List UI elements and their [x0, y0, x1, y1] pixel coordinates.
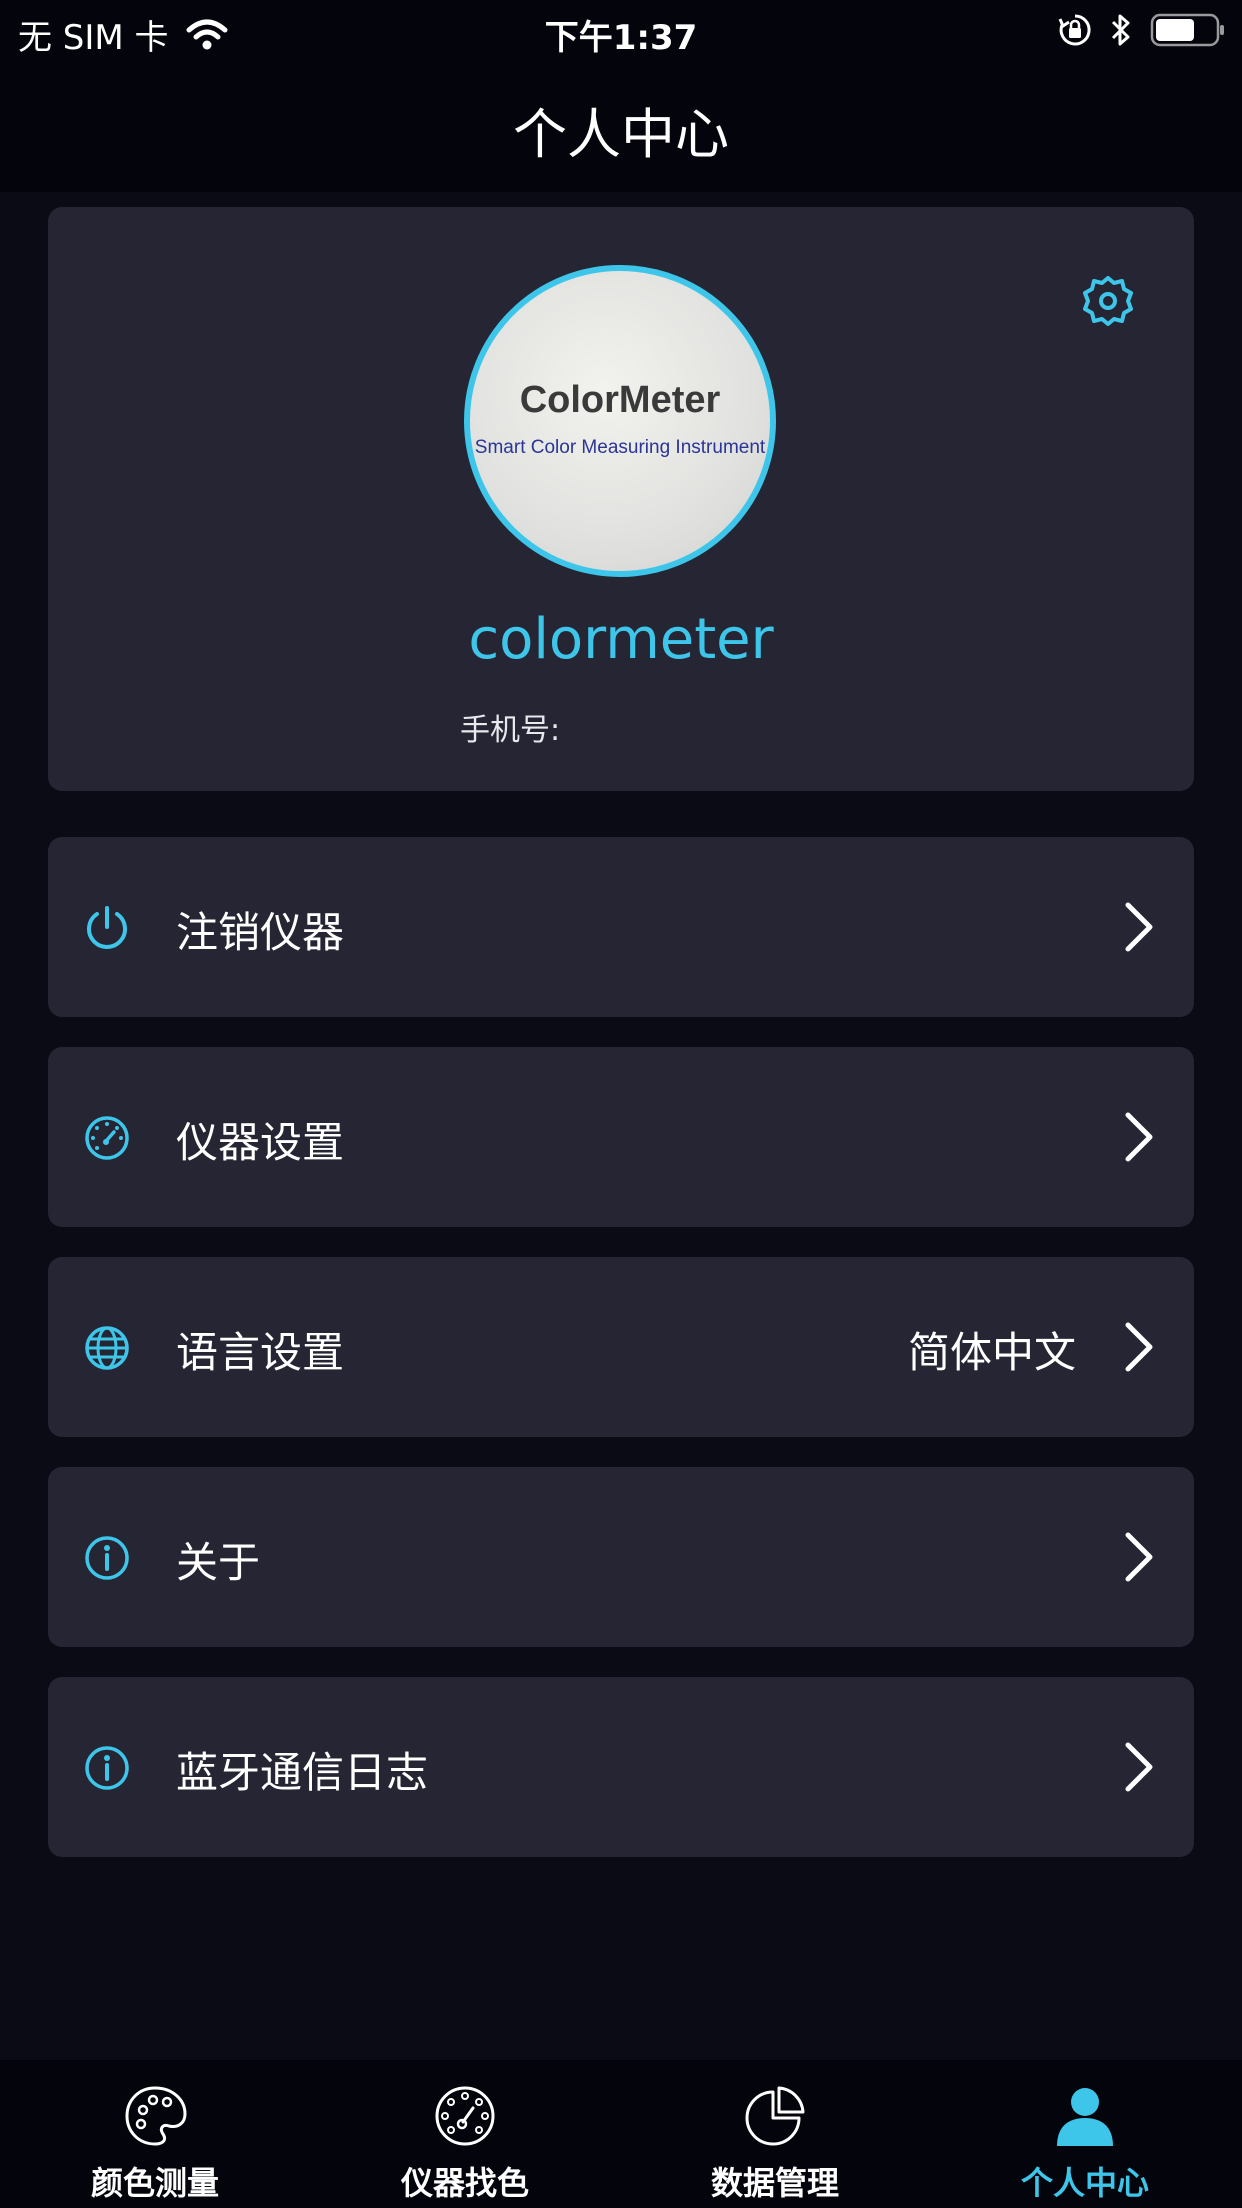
tab-device-color-find[interactable]: 仪器找色 — [310, 2060, 620, 2208]
tab-data-management[interactable]: 数据管理 — [620, 2060, 930, 2208]
page-title: 个人中心 — [513, 103, 729, 166]
language-value: 简体中文 — [907, 1328, 1076, 1377]
profile-card: ColorMeter Smart Color Measuring Instrum… — [48, 207, 1194, 791]
tab-label: 个人中心 — [1020, 2164, 1149, 2202]
chevron-right-icon — [1125, 902, 1153, 952]
chevron-right-icon — [1125, 1112, 1153, 1162]
avatar-logo-title: ColorMeter — [519, 379, 721, 421]
status-bar: 无 SIM 卡 下午1:37 — [0, 0, 1242, 60]
tab-label: 颜色测量 — [90, 2164, 219, 2202]
status-time: 下午1:37 — [544, 18, 698, 58]
avatar[interactable]: ColorMeter Smart Color Measuring Instrum… — [464, 265, 776, 577]
chevron-right-icon — [1125, 1532, 1153, 1582]
menu-item-label: 仪器设置 — [176, 1118, 345, 1167]
phone-label: 手机号: — [460, 713, 561, 748]
settings-gear-icon[interactable] — [1078, 272, 1138, 332]
menu-item-label: 注销仪器 — [176, 908, 345, 957]
tab-color-measure[interactable]: 颜色测量 — [0, 2060, 310, 2208]
tab-bar: 颜色测量 仪器找色 数据管理 个人中心 — [0, 2060, 1242, 2208]
bluetooth-icon — [1111, 14, 1130, 46]
chevron-right-icon — [1125, 1322, 1153, 1372]
menu-item-device-settings[interactable]: 仪器设置 — [48, 1047, 1194, 1227]
menu-item-label: 语言设置 — [176, 1328, 345, 1377]
tab-label: 仪器找色 — [400, 2164, 529, 2202]
globe-icon — [85, 1326, 129, 1370]
menu-item-label: 蓝牙通信日志 — [176, 1748, 429, 1797]
info-icon — [85, 1746, 129, 1790]
menu-item-label: 关于 — [176, 1538, 261, 1587]
info-icon — [85, 1536, 129, 1580]
chevron-right-icon — [1125, 1742, 1153, 1792]
pie-chart-icon — [745, 2086, 805, 2146]
tab-personal-center[interactable]: 个人中心 — [930, 2060, 1240, 2208]
nav-bar: 个人中心 — [0, 60, 1242, 192]
menu-item-about[interactable]: 关于 — [48, 1467, 1194, 1647]
tab-label: 数据管理 — [710, 2164, 839, 2202]
gauge-icon — [85, 1116, 129, 1160]
avatar-logo-subtitle: Smart Color Measuring Instrument — [474, 437, 766, 458]
rotation-lock-icon — [1058, 14, 1091, 46]
status-right — [1058, 12, 1226, 48]
palette-icon — [125, 2086, 187, 2146]
battery-icon — [1150, 13, 1224, 47]
username: colormeter — [468, 607, 774, 672]
menu-item-bluetooth-log[interactable]: 蓝牙通信日志 — [48, 1677, 1194, 1857]
menu-item-language-settings[interactable]: 语言设置 简体中文 — [48, 1257, 1194, 1437]
power-icon — [87, 906, 127, 949]
device-dial-icon — [435, 2086, 495, 2146]
menu-item-deregister-device[interactable]: 注销仪器 — [48, 837, 1194, 1017]
person-icon — [1057, 2088, 1113, 2146]
